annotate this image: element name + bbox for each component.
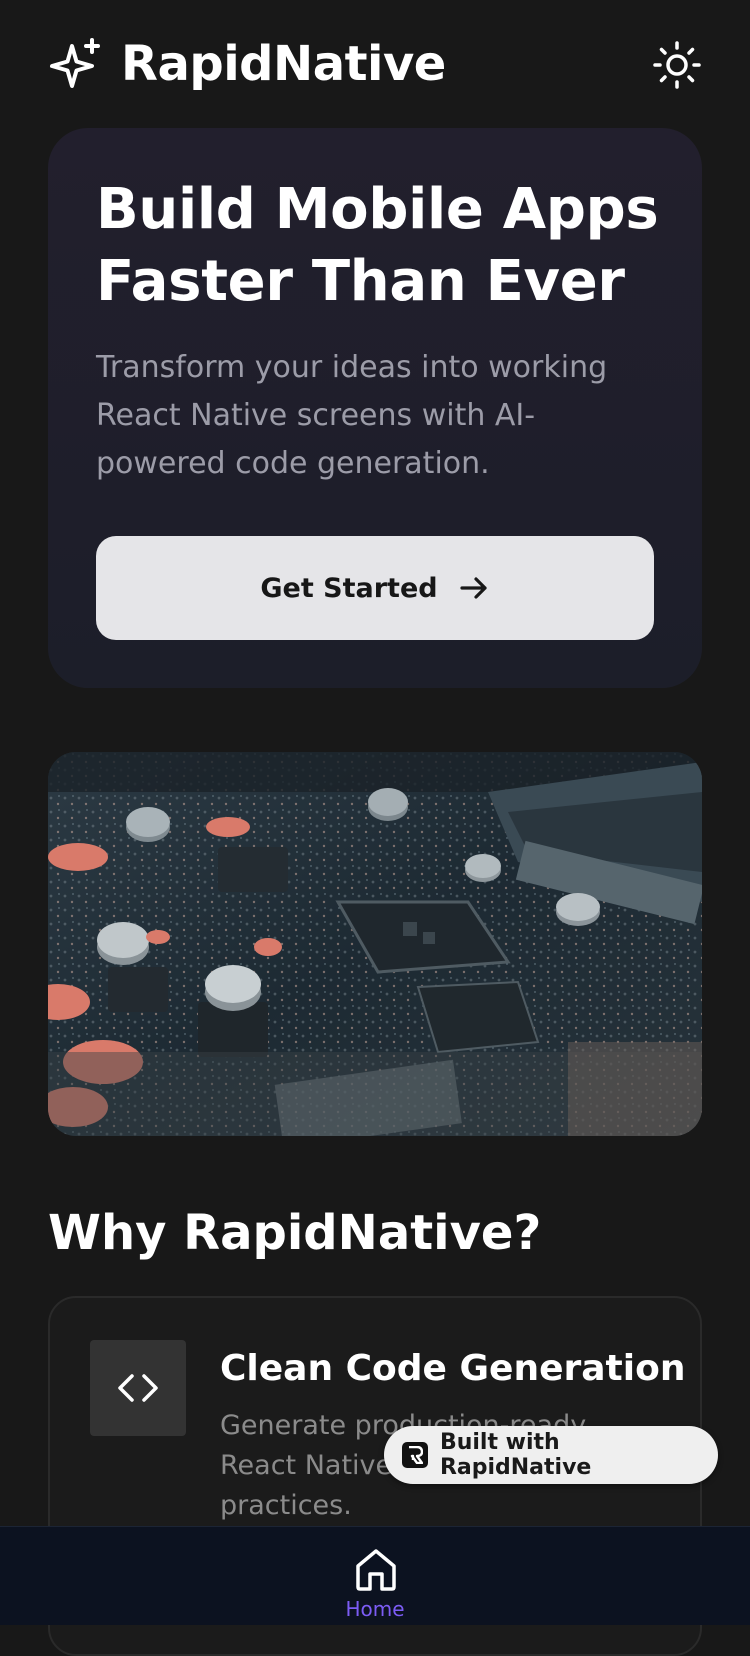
rapidnative-logo-icon: [402, 1442, 428, 1468]
get-started-button[interactable]: Get Started: [96, 536, 654, 640]
section-title: Why RapidNative?: [48, 1205, 542, 1261]
bottom-tab-bar: Home: [0, 1526, 750, 1625]
app-header: RapidNative: [0, 0, 750, 128]
get-started-label: Get Started: [260, 572, 438, 604]
feature-title: Clean Code Generation: [220, 1348, 686, 1389]
tab-home-label: Home: [345, 1597, 405, 1621]
arrow-right-icon: [460, 577, 487, 599]
sparkles-icon: [50, 38, 100, 88]
brand-title: RapidNative: [121, 36, 446, 92]
circuit-board-illustration: [48, 752, 702, 1136]
home-icon: [356, 1549, 396, 1591]
hero-card: Build Mobile Apps Faster Than Ever Trans…: [48, 128, 702, 688]
feature-icon-box: [90, 1340, 186, 1436]
code-icon: [118, 1374, 158, 1402]
hero-subtitle: Transform your ideas into working React …: [96, 350, 608, 481]
hero-title: Build Mobile Apps Faster Than Ever: [96, 177, 659, 314]
built-with-badge[interactable]: Built with RapidNative: [384, 1426, 718, 1484]
tab-home[interactable]: Home: [325, 1527, 425, 1625]
sun-icon[interactable]: [652, 40, 702, 90]
badge-label: Built with RapidNative: [439, 1430, 592, 1480]
circuit-board-image: [48, 752, 702, 1136]
